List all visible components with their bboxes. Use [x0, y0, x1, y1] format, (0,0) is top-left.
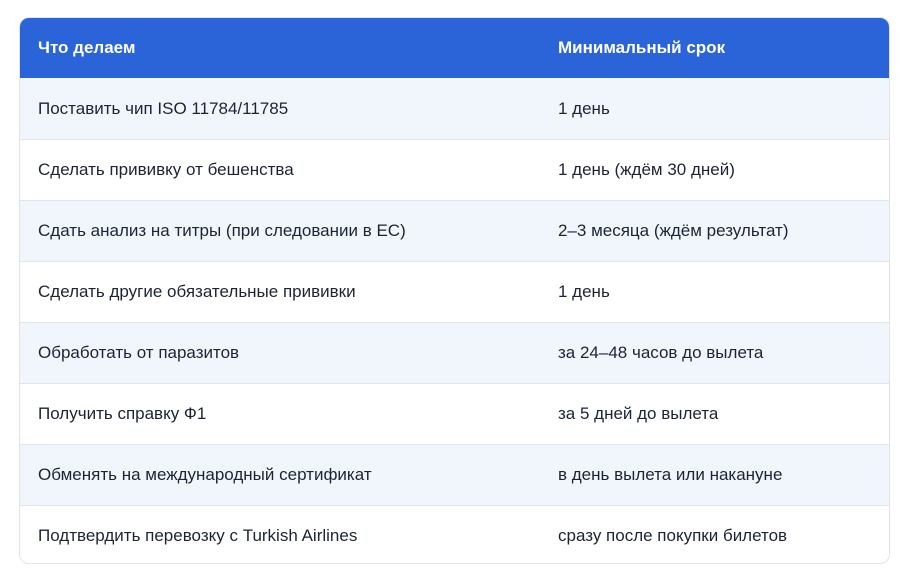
task-cell: Сделать другие обязательные прививки: [38, 282, 356, 301]
task-cell: Обработать от паразитов: [38, 343, 240, 362]
term-cell: за 24–48 часов до вылета: [558, 343, 764, 362]
term-cell: сразу после покупки билетов: [558, 526, 788, 545]
task-cell: Обменять на международный сертификат: [38, 465, 372, 484]
term-cell: 1 день: [558, 98, 610, 118]
table-row: Обработать от паразитов за 24–48 часов д…: [20, 322, 889, 383]
term-cell: 1 день (ждём 30 дней): [558, 160, 735, 179]
header-task: Что делаем: [38, 38, 136, 57]
table-row: Обменять на международный сертификат в д…: [20, 444, 889, 505]
table-header: Что делаем Минимальный срок: [20, 18, 889, 78]
term-cell: 1 день: [558, 282, 610, 301]
task-cell: Поставить чип ISO 11784/11785: [38, 98, 289, 118]
task-cell: Подтвердить перевозку с Turkish Airlines: [38, 526, 358, 545]
task-cell: Сделать прививку от бешенства: [38, 160, 294, 179]
table-row: Получить справку Ф1 за 5 дней до вылета: [20, 383, 889, 444]
term-cell: за 5 дней до вылета: [558, 404, 719, 423]
term-cell: 2–3 месяца (ждём результат): [558, 221, 789, 240]
requirements-table: Что делаем Минимальный срок Поставить чи…: [19, 17, 890, 564]
table-row: Сделать другие обязательные прививки 1 д…: [20, 261, 889, 322]
table-row: Сделать прививку от бешенства 1 день (жд…: [20, 139, 889, 200]
header-term: Минимальный срок: [558, 38, 726, 57]
table-row: Подтвердить перевозку с Turkish Airlines…: [20, 505, 889, 563]
task-cell: Получить справку Ф1: [38, 404, 207, 423]
term-cell: в день вылета или накануне: [558, 465, 783, 484]
table-row: Сдать анализ на титры (при следовании в …: [20, 200, 889, 261]
table-row: Поставить чип ISO 11784/11785 1 день: [20, 78, 889, 139]
task-cell: Сдать анализ на титры (при следовании в …: [38, 221, 406, 240]
